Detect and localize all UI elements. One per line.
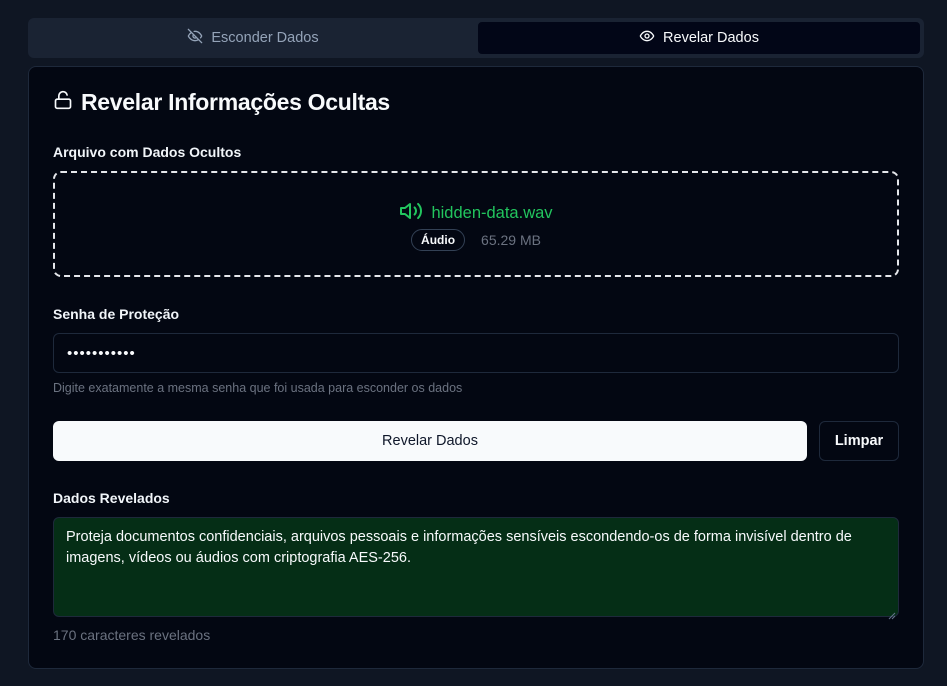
eye-icon (639, 28, 655, 48)
reveal-card: Revelar Informações Ocultas Arquivo com … (28, 66, 924, 669)
tab-revelar-dados[interactable]: Revelar Dados (478, 22, 920, 54)
file-type-badge: Áudio (411, 229, 466, 251)
mode-tabs: Esconder Dados Revelar Dados (28, 18, 924, 58)
file-size: 65.29 MB (481, 232, 541, 248)
unlock-icon (53, 89, 73, 116)
password-input[interactable]: ••••••••••• (53, 333, 899, 373)
file-name: hidden-data.wav (431, 204, 553, 222)
file-meta: Áudio 65.29 MB (55, 229, 897, 251)
file-dropzone[interactable]: hidden-data.wav Áudio 65.29 MB (53, 171, 899, 277)
file-section-label: Arquivo com Dados Ocultos (53, 144, 242, 160)
resize-handle-icon[interactable] (888, 606, 896, 620)
tab-label: Esconder Dados (211, 30, 319, 46)
card-title: Revelar Informações Ocultas (53, 89, 390, 116)
clear-button[interactable]: Limpar (819, 421, 899, 461)
card-title-text: Revelar Informações Ocultas (81, 89, 390, 115)
reveal-button[interactable]: Revelar Dados (53, 421, 807, 461)
tab-label: Revelar Dados (663, 30, 759, 46)
file-info: hidden-data.wav (55, 199, 897, 228)
char-count: 170 caracteres revelados (53, 627, 211, 643)
password-hint: Digite exatamente a mesma senha que foi … (53, 381, 463, 395)
password-label: Senha de Proteção (53, 306, 180, 322)
eye-off-icon (187, 28, 203, 48)
revealed-text: Proteja documentos confidenciais, arquiv… (66, 529, 852, 566)
revealed-data-textarea[interactable]: Proteja documentos confidenciais, arquiv… (53, 517, 899, 620)
tab-esconder-dados[interactable]: Esconder Dados (32, 22, 474, 54)
volume-icon (399, 199, 423, 228)
output-label: Dados Revelados (53, 490, 170, 506)
